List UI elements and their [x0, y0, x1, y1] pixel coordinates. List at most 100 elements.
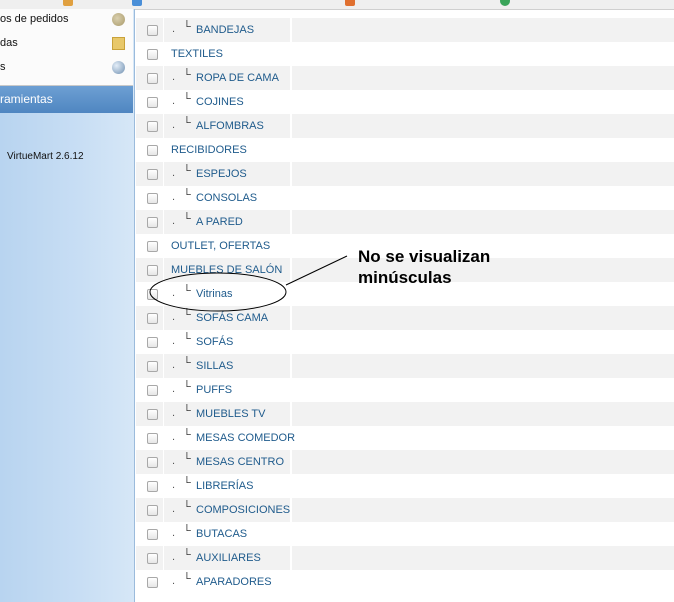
row-checkbox[interactable]: [147, 505, 158, 516]
category-link[interactable]: Vitrinas: [196, 288, 232, 300]
row-checkbox[interactable]: [147, 265, 158, 276]
category-link[interactable]: BANDEJAS: [196, 24, 254, 36]
row-checkbox[interactable]: [147, 361, 158, 372]
tree-branch-icon: └: [183, 549, 191, 561]
table-row: . └ ALFOMBRAS: [136, 114, 674, 138]
row-checkbox[interactable]: [147, 73, 158, 84]
sidebar-item-label: os de pedidos: [0, 13, 69, 25]
category-link[interactable]: LIBRERÍAS: [196, 480, 253, 492]
column-divider: [290, 186, 292, 210]
sidebar-menu: os de pedidos das s: [0, 9, 133, 86]
table-row: . └ AUXILIARES: [136, 546, 674, 570]
row-checkbox[interactable]: [147, 169, 158, 180]
table-row: . └ MESAS CENTRO: [136, 450, 674, 474]
category-link[interactable]: ROPA DE CAMA: [196, 72, 279, 84]
row-checkbox[interactable]: [147, 217, 158, 228]
row-checkbox[interactable]: [147, 97, 158, 108]
category-link[interactable]: MUEBLES TV: [196, 408, 266, 420]
sidebar-item-das[interactable]: das: [0, 33, 133, 57]
tree-indent-dot: .: [172, 23, 176, 35]
category-link[interactable]: SOFÁS CAMA: [196, 312, 268, 324]
row-checkbox[interactable]: [147, 49, 158, 60]
column-divider: [163, 210, 164, 234]
category-link[interactable]: CONSOLAS: [196, 192, 257, 204]
category-link[interactable]: MESAS COMEDOR: [196, 432, 295, 444]
row-checkbox[interactable]: [147, 433, 158, 444]
category-link[interactable]: A PARED: [196, 216, 243, 228]
toolbar-icon[interactable]: [63, 0, 73, 6]
column-divider: [163, 546, 164, 570]
table-row: . └ CONSOLAS: [136, 186, 674, 210]
column-divider: [290, 18, 292, 42]
category-link[interactable]: ESPEJOS: [196, 168, 247, 180]
category-link[interactable]: ALFOMBRAS: [196, 120, 264, 132]
row-checkbox[interactable]: [147, 409, 158, 420]
toolbar-icon[interactable]: [345, 0, 355, 6]
row-checkbox[interactable]: [147, 289, 158, 300]
category-link[interactable]: COMPOSICIONES: [196, 504, 290, 516]
tree-branch-icon: └: [183, 285, 191, 297]
category-link[interactable]: TEXTILES: [171, 48, 223, 60]
row-checkbox[interactable]: [147, 385, 158, 396]
table-row: . └ SOFÁS: [136, 330, 674, 354]
column-divider: [163, 474, 164, 498]
tree-branch-icon: └: [183, 501, 191, 513]
column-divider: [163, 570, 164, 594]
column-divider: [163, 426, 164, 450]
sidebar-item-label: das: [0, 37, 18, 49]
row-checkbox[interactable]: [147, 145, 158, 156]
row-checkbox[interactable]: [147, 529, 158, 540]
row-checkbox[interactable]: [147, 25, 158, 36]
category-link[interactable]: SOFÁS: [196, 336, 233, 348]
tree-indent-dot: .: [172, 71, 176, 83]
tree-indent-dot: .: [172, 479, 176, 491]
table-row: . └ MESAS COMEDOR: [136, 426, 674, 450]
tree-branch-icon: └: [183, 189, 191, 201]
table-row: TEXTILES: [136, 42, 674, 66]
category-link[interactable]: PUFFS: [196, 384, 232, 396]
row-checkbox[interactable]: [147, 577, 158, 588]
column-divider: [163, 354, 164, 378]
category-link[interactable]: RECIBIDORES: [171, 144, 247, 156]
sidebar-item-s[interactable]: s: [0, 57, 133, 81]
row-checkbox[interactable]: [147, 241, 158, 252]
table-row: . └ SILLAS: [136, 354, 674, 378]
tree-branch-icon: └: [183, 69, 191, 81]
archive-icon: [112, 13, 125, 26]
tree-indent-dot: .: [172, 527, 176, 539]
category-link[interactable]: APARADORES: [196, 576, 272, 588]
table-row: . └ BUTACAS: [136, 522, 674, 546]
row-checkbox[interactable]: [147, 481, 158, 492]
annotation-text: No se visualizan minúsculas: [358, 246, 490, 288]
category-link[interactable]: OUTLET, OFERTAS: [171, 240, 270, 252]
tree-branch-icon: └: [183, 405, 191, 417]
category-link[interactable]: COJINES: [196, 96, 244, 108]
row-checkbox[interactable]: [147, 121, 158, 132]
column-divider: [163, 402, 164, 426]
column-divider: [163, 114, 164, 138]
sidebar-item-pedidos[interactable]: os de pedidos: [0, 9, 133, 33]
annotation-line-2: minúsculas: [358, 268, 452, 287]
row-checkbox[interactable]: [147, 313, 158, 324]
tree-branch-icon: └: [183, 93, 191, 105]
table-row: . └ MUEBLES TV: [136, 402, 674, 426]
category-link[interactable]: BUTACAS: [196, 528, 247, 540]
category-link[interactable]: AUXILIARES: [196, 552, 261, 564]
category-link[interactable]: MESAS CENTRO: [196, 456, 284, 468]
sidebar-section-herramientas[interactable]: ramientas: [0, 86, 133, 113]
row-checkbox[interactable]: [147, 193, 158, 204]
column-divider: [163, 162, 164, 186]
table-row: . └ ROPA DE CAMA: [136, 66, 674, 90]
row-checkbox[interactable]: [147, 553, 158, 564]
tree-indent-dot: .: [172, 335, 176, 347]
column-divider: [290, 42, 292, 66]
toolbar-icon[interactable]: [132, 0, 142, 6]
row-checkbox[interactable]: [147, 337, 158, 348]
sidebar-item-label: s: [0, 61, 6, 73]
column-divider: [163, 498, 164, 522]
table-row: . └ PUFFS: [136, 378, 674, 402]
category-link[interactable]: SILLAS: [196, 360, 233, 372]
toolbar-icon[interactable]: [500, 0, 510, 6]
row-checkbox[interactable]: [147, 457, 158, 468]
category-link[interactable]: MUEBLES DE SALÓN: [171, 264, 282, 276]
